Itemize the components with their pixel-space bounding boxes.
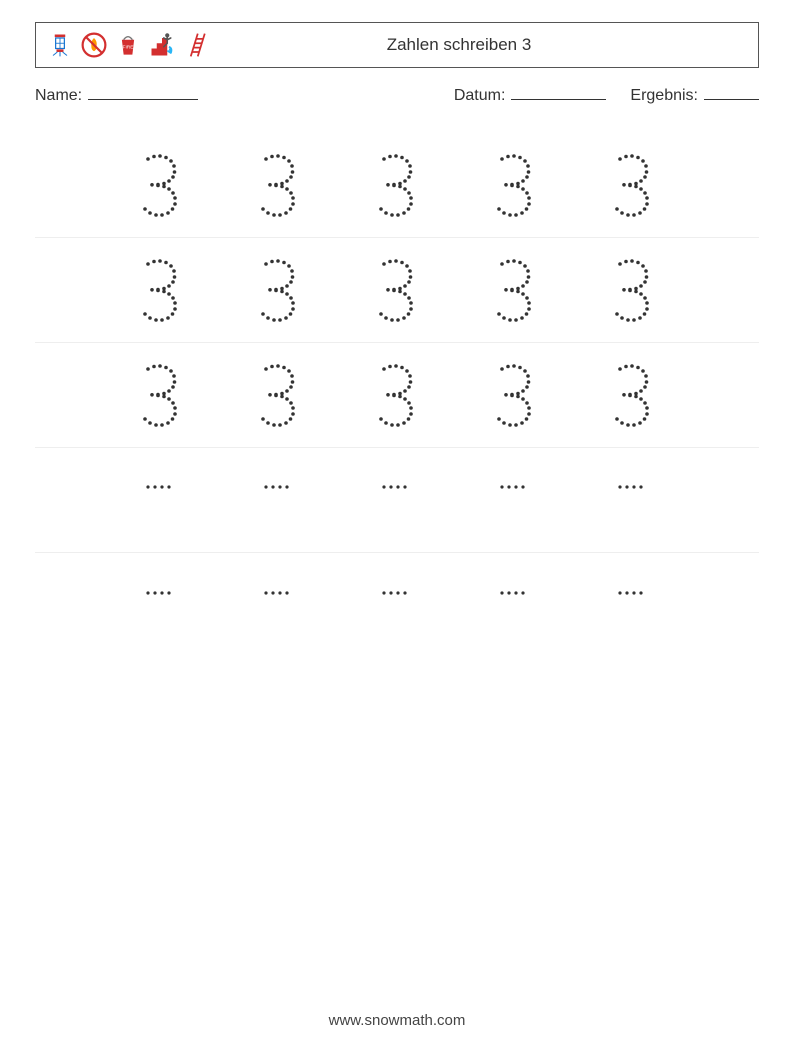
baseline-dots-icon [617,482,645,492]
baseline-dots-icon [617,588,645,598]
grid-cell[interactable] [336,588,454,624]
name-blank[interactable] [88,86,198,100]
traced-three-icon [254,363,300,427]
grid-cell[interactable] [336,153,454,217]
name-label: Name: [35,87,82,105]
grid-row [35,448,759,553]
traced-three-icon [372,153,418,217]
grid-cell[interactable] [100,153,218,217]
traced-three-icon [372,363,418,427]
header-box: Zahlen schreiben 3 [35,22,759,68]
grid-cell[interactable] [100,258,218,322]
baseline-dots-icon [145,588,173,598]
traced-three-icon [254,258,300,322]
meta-row: Name: Datum: Ergebnis: [35,86,759,105]
footer-url: www.snowmath.com [0,1012,794,1029]
traced-three-icon [136,153,182,217]
exit-stairs-icon [148,31,176,59]
traced-three-icon [254,153,300,217]
baseline-dots-icon [499,482,527,492]
grid-cell[interactable] [572,153,690,217]
grid-cell[interactable] [218,258,336,322]
date-label: Datum: [454,87,506,105]
grid-row [35,553,759,658]
grid-cell[interactable] [454,588,572,624]
baseline-dots-icon [381,482,409,492]
baseline-dots-icon [263,588,291,598]
ladder-icon [182,31,210,59]
result-field: Ergebnis: [630,86,759,105]
traced-three-icon [136,258,182,322]
grid-cell[interactable] [336,363,454,427]
traced-three-icon [608,153,654,217]
grid-cell[interactable] [218,153,336,217]
traced-three-icon [490,153,536,217]
baseline-dots-icon [263,482,291,492]
name-field: Name: [35,86,198,105]
grid-cell[interactable] [336,258,454,322]
grid-cell[interactable] [454,258,572,322]
traced-three-icon [136,363,182,427]
traced-three-icon [490,363,536,427]
grid-cell[interactable] [336,482,454,518]
grid-row [35,238,759,343]
lantern-icon [46,31,74,59]
grid-cell[interactable] [454,153,572,217]
grid-row [35,133,759,238]
grid-cell[interactable] [572,588,690,624]
tracing-grid [35,133,759,658]
header-icons [46,31,210,59]
grid-cell[interactable] [572,363,690,427]
traced-three-icon [490,258,536,322]
result-blank[interactable] [704,86,759,100]
baseline-dots-icon [145,482,173,492]
grid-cell[interactable] [572,482,690,518]
worksheet-title: Zahlen schreiben 3 [210,35,748,55]
grid-cell[interactable] [218,482,336,518]
baseline-dots-icon [381,588,409,598]
no-fire-icon [80,31,108,59]
grid-cell[interactable] [218,588,336,624]
grid-cell[interactable] [454,363,572,427]
grid-cell[interactable] [454,482,572,518]
grid-cell[interactable] [100,588,218,624]
worksheet-page: Zahlen schreiben 3 Name: Datum: Ergebnis… [0,0,794,658]
date-blank[interactable] [511,86,606,100]
grid-cell[interactable] [100,482,218,518]
date-field: Datum: [454,86,607,105]
grid-row [35,343,759,448]
traced-three-icon [608,363,654,427]
fire-bucket-icon [114,31,142,59]
result-label: Ergebnis: [630,87,698,105]
traced-three-icon [608,258,654,322]
traced-three-icon [372,258,418,322]
grid-cell[interactable] [100,363,218,427]
grid-cell[interactable] [572,258,690,322]
grid-cell[interactable] [218,363,336,427]
baseline-dots-icon [499,588,527,598]
